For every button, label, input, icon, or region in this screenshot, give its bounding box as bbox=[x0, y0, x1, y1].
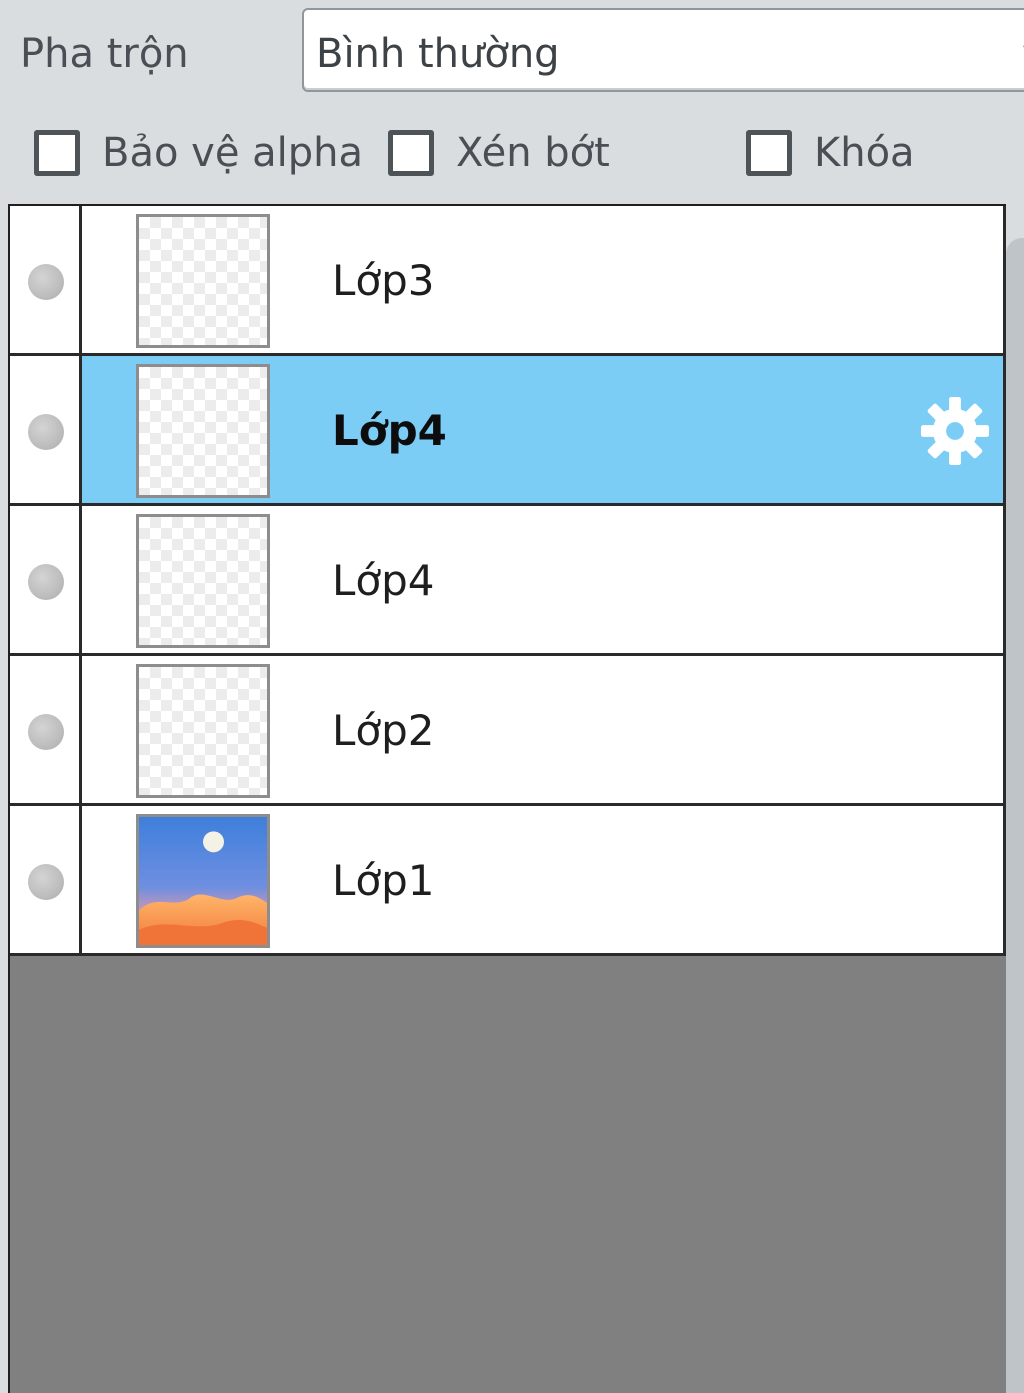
protect-alpha-option[interactable]: Bảo vệ alpha bbox=[34, 128, 374, 182]
layer-thumbnail bbox=[136, 364, 270, 498]
visibility-toggle[interactable] bbox=[28, 714, 64, 750]
clipping-checkbox[interactable] bbox=[388, 130, 434, 176]
lock-option[interactable]: Khóa bbox=[746, 128, 946, 182]
layer-thumbnail bbox=[136, 514, 270, 648]
layer-row[interactable]: Lớp1 bbox=[10, 806, 1006, 956]
clipping-option[interactable]: Xén bớt bbox=[388, 128, 648, 182]
layer-name: Lớp3 bbox=[332, 256, 435, 305]
gear-icon[interactable] bbox=[918, 394, 992, 468]
layer-name: Lớp1 bbox=[332, 856, 435, 905]
scrollbar-track[interactable] bbox=[1006, 238, 1024, 1393]
visibility-column bbox=[10, 356, 82, 503]
protect-alpha-checkbox[interactable] bbox=[34, 130, 80, 176]
layer-name: Lớp4 bbox=[332, 406, 447, 455]
lock-checkbox[interactable] bbox=[746, 130, 792, 176]
visibility-toggle[interactable] bbox=[28, 864, 64, 900]
visibility-column bbox=[10, 656, 82, 803]
visibility-toggle[interactable] bbox=[28, 414, 64, 450]
layers-panel: Pha trộn Bình thường ▾ Bảo vệ alpha Xén … bbox=[0, 0, 1024, 1393]
layer-list: Lớp3 Lớp4 Lớp4 Lớp2 Lớp1 bbox=[8, 204, 1006, 1393]
layer-row[interactable]: Lớp3 bbox=[10, 206, 1006, 356]
clipping-label: Xén bớt bbox=[456, 130, 610, 176]
visibility-column bbox=[10, 506, 82, 653]
lock-label: Khóa bbox=[814, 130, 915, 176]
layer-name: Lớp4 bbox=[332, 556, 435, 605]
visibility-toggle[interactable] bbox=[28, 564, 64, 600]
blend-mode-value: Bình thường bbox=[316, 31, 560, 77]
blend-mode-label: Pha trộn bbox=[20, 31, 189, 77]
blend-mode-dropdown[interactable]: Bình thường ▾ bbox=[302, 8, 1024, 92]
landscape-thumbnail bbox=[136, 814, 270, 948]
layer-row-selected[interactable]: Lớp4 bbox=[10, 356, 1006, 506]
protect-alpha-label: Bảo vệ alpha bbox=[102, 130, 364, 176]
layer-row[interactable]: Lớp2 bbox=[10, 656, 1006, 806]
layer-row[interactable]: Lớp4 bbox=[10, 506, 1006, 656]
visibility-column bbox=[10, 806, 82, 953]
visibility-toggle[interactable] bbox=[28, 264, 64, 300]
layer-thumbnail bbox=[136, 664, 270, 798]
visibility-column bbox=[10, 206, 82, 353]
layer-thumbnail bbox=[136, 214, 270, 348]
layer-name: Lớp2 bbox=[332, 706, 435, 755]
